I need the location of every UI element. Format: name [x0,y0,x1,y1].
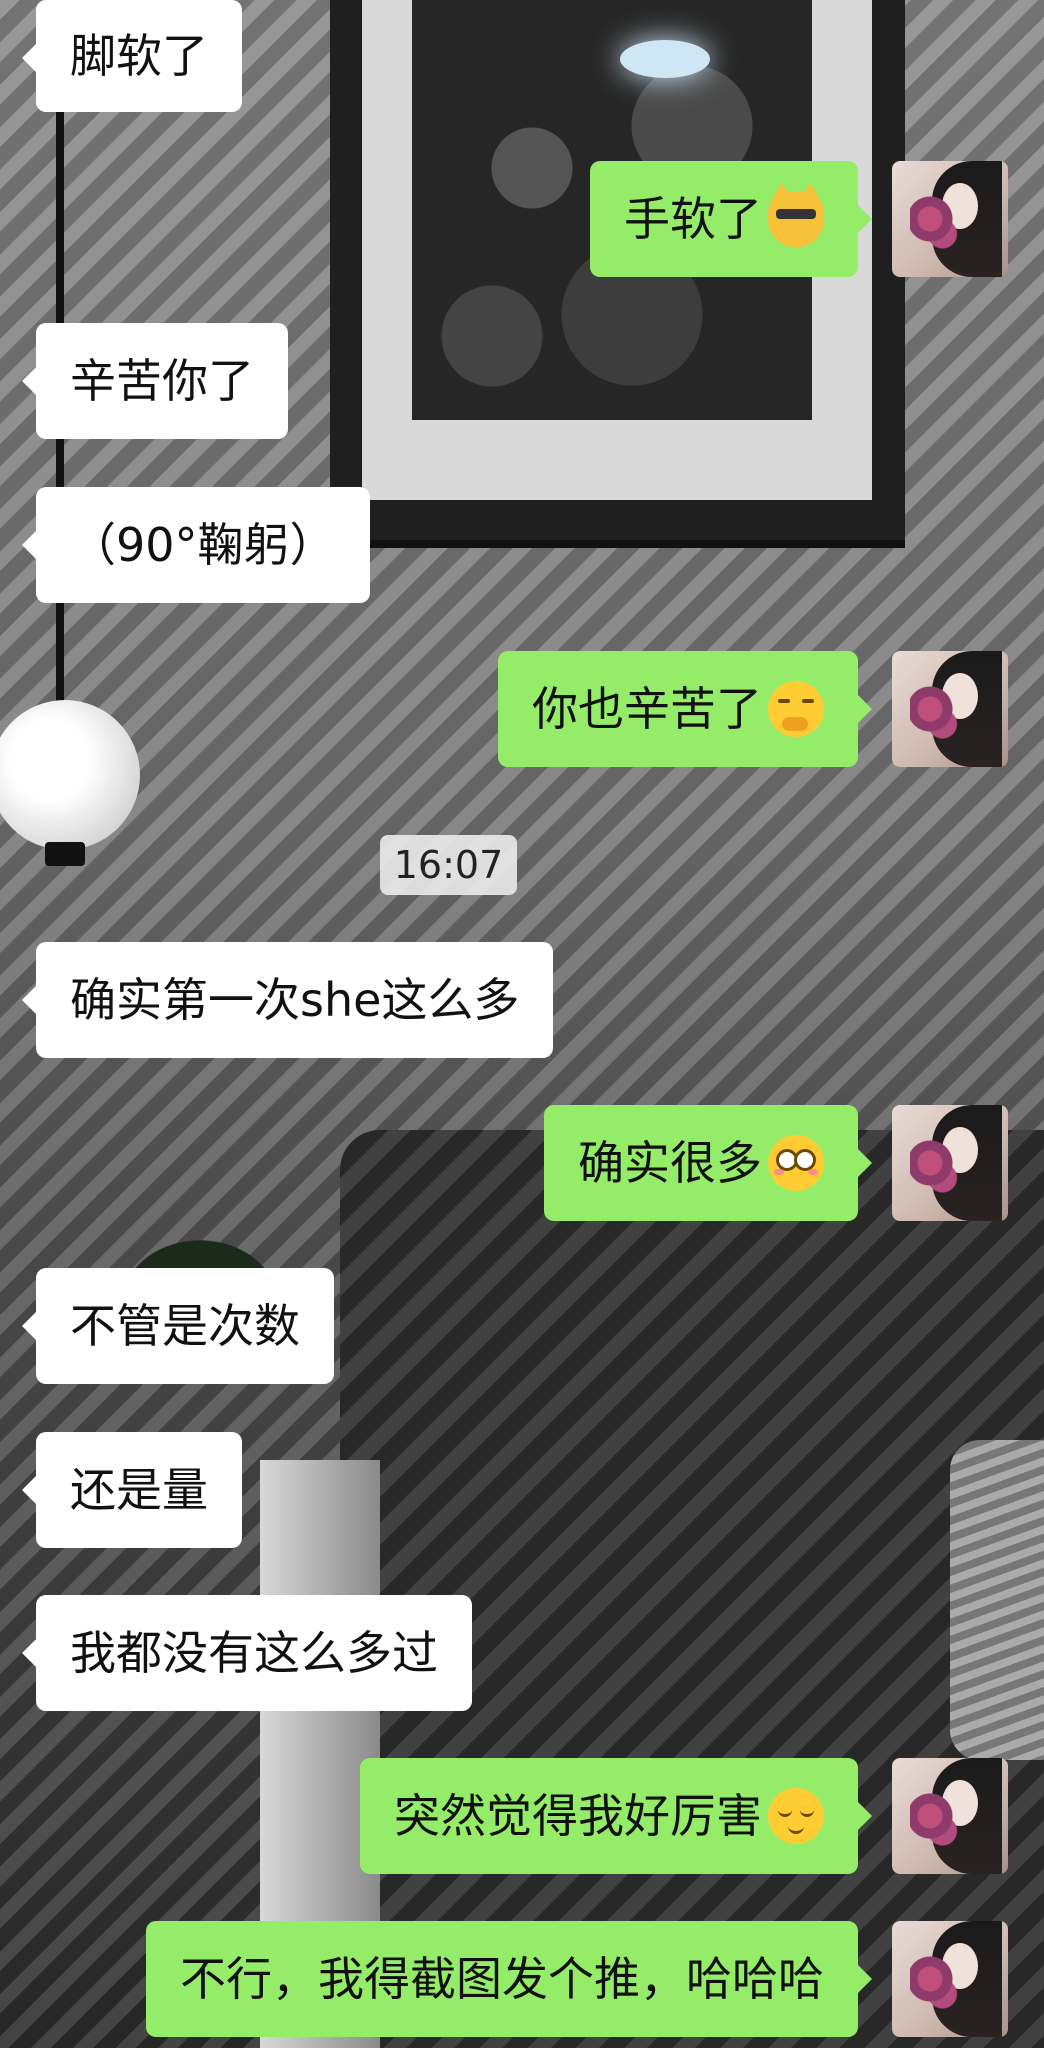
message-text: 手软了 [624,192,762,246]
message-outgoing: 手软了 [590,161,1008,277]
message-text: 脚软了 [70,29,208,83]
user-avatar[interactable] [892,161,1008,277]
message-text: 我都没有这么多过 [70,1626,438,1680]
message-text: 突然觉得我好厉害 [394,1789,762,1843]
message-incoming: 辛苦你了 [22,323,288,439]
message-bubble[interactable]: 辛苦你了 [22,323,288,439]
message-outgoing: 确实很多 [544,1105,1008,1221]
message-bubble[interactable]: 确实第一次she这么多 [21,942,554,1058]
message-incoming: 还是量 [22,1432,242,1548]
message-bubble[interactable]: 确实很多 [544,1105,872,1221]
message-text: 还是量 [70,1463,208,1517]
message-bubble[interactable]: 我都没有这么多过 [22,1595,472,1711]
cat-sunglasses-emoji [768,183,824,247]
user-avatar[interactable] [892,1105,1008,1221]
message-timestamp: 16:07 [380,835,517,895]
message-incoming: 我都没有这么多过 [22,1595,472,1711]
message-bubble[interactable]: 你也辛苦了 [498,651,872,767]
message-bubble[interactable]: 还是量 [22,1432,242,1548]
message-text: 不管是次数 [70,1299,300,1353]
message-bubble[interactable]: 手软了 [590,161,872,277]
user-avatar[interactable] [892,1921,1008,2037]
message-outgoing: 突然觉得我好厉害 [360,1758,1008,1874]
message-bubble[interactable]: 不行，我得截图发个推，哈哈哈 [146,1921,872,2037]
chat-message-list[interactable]: 脚软了 手软了 辛苦你了 （90°鞠躬） 你也辛苦了 16:07 确实第一次sh… [0,0,1044,2048]
message-incoming: 不管是次数 [22,1268,334,1384]
thinking-face-emoji [768,681,824,737]
message-text: （90°鞠躬） [70,518,336,572]
message-text: 辛苦你了 [70,354,254,408]
user-avatar[interactable] [892,651,1008,767]
message-incoming: 确实第一次she这么多 [21,942,554,1058]
message-text: 你也辛苦了 [532,682,762,736]
message-bubble[interactable]: 不管是次数 [22,1268,334,1384]
user-avatar[interactable] [892,1758,1008,1874]
message-text: 确实很多 [578,1136,762,1190]
flushed-face-emoji [768,1135,824,1191]
smug-face-emoji [768,1788,824,1844]
message-bubble[interactable]: 脚软了 [22,0,242,112]
message-outgoing: 你也辛苦了 [498,651,1008,767]
message-incoming: （90°鞠躬） [22,487,370,603]
message-text: 确实第一次she这么多 [70,973,520,1027]
message-bubble[interactable]: 突然觉得我好厉害 [360,1758,872,1874]
message-incoming: 脚软了 [22,0,242,112]
message-outgoing: 不行，我得截图发个推，哈哈哈 [146,1921,1008,2037]
message-bubble[interactable]: （90°鞠躬） [22,487,370,603]
message-text: 不行，我得截图发个推，哈哈哈 [180,1952,824,2006]
